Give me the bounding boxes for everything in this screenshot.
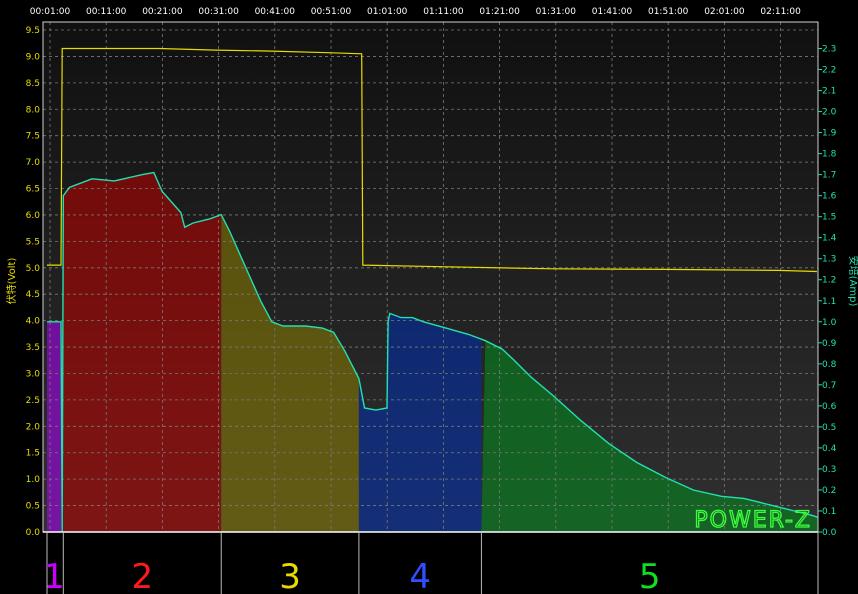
y-left-tick-label: 0.5 (26, 502, 40, 512)
y-left-tick-label: 9.5 (26, 26, 40, 36)
y-left-tick-label: 7.0 (26, 158, 41, 168)
y-right-axis-label: 安培(Amp) (847, 256, 858, 307)
phase-label-5: 5 (639, 557, 661, 594)
y-left-tick-label: 7.5 (26, 132, 40, 142)
y-left-tick-label: 0.0 (26, 528, 41, 538)
y-left-tick-label: 2.5 (26, 396, 40, 406)
x-tick-label: 00:21:00 (142, 7, 183, 17)
x-tick-label: 00:51:00 (311, 7, 352, 17)
x-tick-label: 00:41:00 (255, 7, 296, 17)
y-right-tick-label: 0.1 (822, 507, 836, 517)
y-left-tick-label: 6.5 (26, 185, 40, 195)
phase-label-4: 4 (409, 557, 431, 594)
y-right-tick-label: 1.2 (822, 276, 836, 286)
x-tick-label: 00:31:00 (198, 7, 239, 17)
y-left-tick-label: 5.5 (26, 237, 40, 247)
y-right-tick-label: 0.0 (822, 528, 837, 538)
charging-curve-chart: 00:01:00 00:11:00 00:21:00 00:31:00 00:41:00… (0, 0, 858, 594)
y-left-tick-label: 1.0 (26, 475, 41, 485)
y-right-tick-label: 1.7 (822, 171, 836, 181)
x-tick-label: 00:11:00 (86, 7, 127, 17)
x-tick-label: 00:01:00 (30, 7, 71, 17)
y-left-tick-label: 9.0 (26, 52, 41, 62)
y-right-tick-label: 0.9 (822, 339, 837, 349)
y-right-tick-label: 0.6 (822, 402, 837, 412)
x-tick-label: 01:01:00 (367, 7, 408, 17)
x-tick-label: 01:41:00 (592, 7, 633, 17)
x-tick-label: 02:11:00 (760, 7, 801, 17)
y-left-tick-label: 8.0 (26, 105, 41, 115)
y-right-tick-label: 1.6 (822, 192, 837, 202)
y-left-tick-label: 1.5 (26, 449, 40, 459)
y-left-axis-label: 伏特(Volt) (5, 258, 18, 305)
phase-label-2: 2 (131, 557, 153, 594)
power-z-watermark: POWER-Z (694, 508, 812, 533)
y-right-tick-label: 1.8 (822, 150, 837, 160)
y-left-tick-label: 5.0 (26, 264, 41, 274)
y-left-tick-label: 4.5 (26, 290, 40, 300)
y-right-tick-label: 1.1 (822, 297, 836, 307)
y-right-tick-label: 1.3 (822, 255, 836, 265)
phase-label-3: 3 (279, 557, 301, 594)
y-right-tick-label: 2.0 (822, 108, 837, 118)
y-right-tick-label: 2.2 (822, 66, 836, 76)
x-tick-label: 01:31:00 (536, 7, 577, 17)
x-tick-label: 02:01:00 (704, 7, 745, 17)
y-right-tick-label: 0.7 (822, 381, 836, 391)
y-left-tick-label: 4.0 (26, 317, 41, 327)
y-right-tick-label: 2.1 (822, 87, 836, 97)
phase-fill-2 (63, 172, 222, 532)
y-left-tick-label: 8.5 (26, 79, 40, 89)
y-right-tick-label: 1.9 (822, 129, 837, 139)
y-right-tick-label: 1.0 (822, 318, 837, 328)
y-right-tick-label: 0.8 (822, 360, 837, 370)
x-tick-label: 01:21:00 (479, 7, 520, 17)
y-right-tick-label: 0.2 (822, 486, 836, 496)
y-right-tick-label: 0.3 (822, 465, 836, 475)
y-left-tick-label: 3.5 (26, 343, 40, 353)
y-left-tick-label: 2.0 (26, 422, 41, 432)
phase-fill-1 (47, 321, 62, 532)
y-right-tick-label: 0.4 (822, 444, 837, 454)
x-tick-label: 01:51:00 (648, 7, 689, 17)
y-left-tick-label: 6.0 (26, 211, 41, 221)
phase-label-1: 1 (43, 557, 65, 594)
x-tick-label: 01:11:00 (423, 7, 464, 17)
y-right-tick-label: 2.3 (822, 45, 836, 55)
y-left-tick-label: 3.0 (26, 369, 41, 379)
y-right-tick-label: 0.5 (822, 423, 836, 433)
y-right-tick-label: 1.5 (822, 213, 836, 223)
y-right-tick-label: 1.4 (822, 234, 837, 244)
